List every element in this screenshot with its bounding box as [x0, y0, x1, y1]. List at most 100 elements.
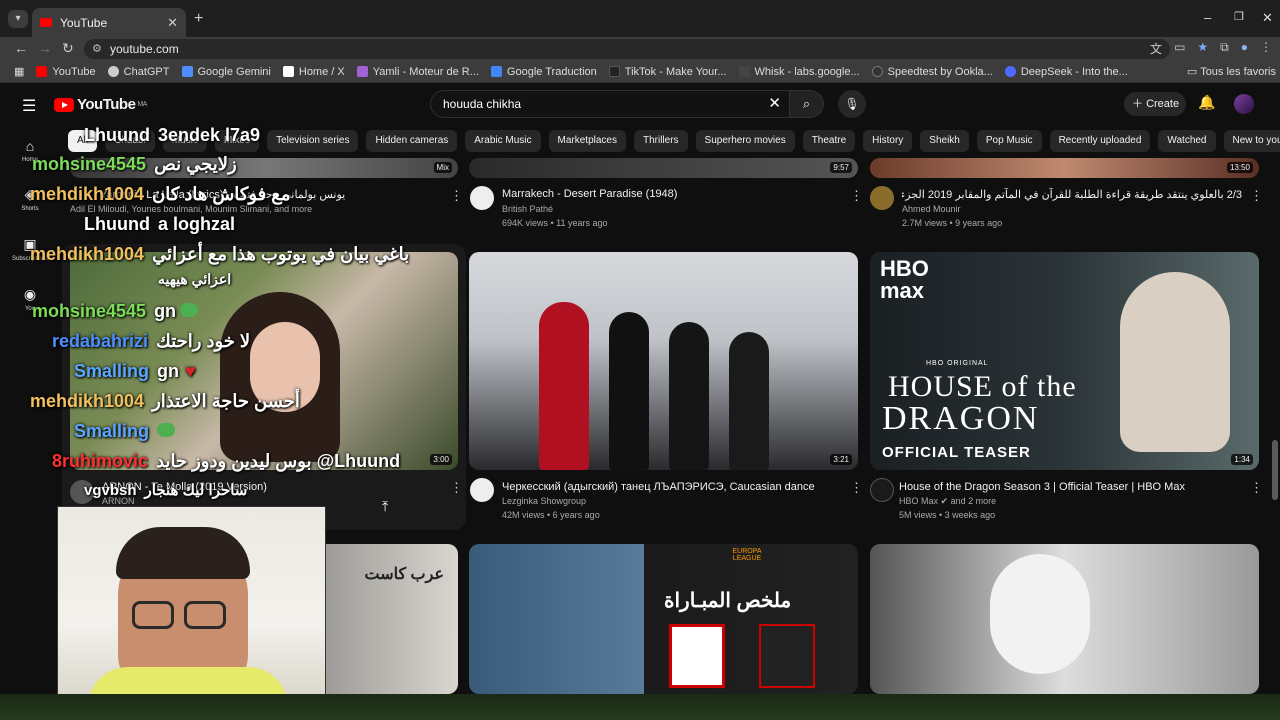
chip-hidden-cameras[interactable]: Hidden cameras	[366, 130, 458, 152]
video-thumbnail-marrakech[interactable]: 9:57	[469, 158, 858, 178]
chat-line: Smalling gn ♥	[74, 361, 196, 382]
chat-line: redabahrizi لا خود راحتك	[52, 331, 250, 352]
chip-marketplaces[interactable]: Marketplaces	[548, 130, 626, 152]
bookmark-youtube[interactable]: YouTube	[36, 66, 96, 78]
tab-search-button[interactable]: ▾	[8, 10, 28, 28]
home-icon: ⌂	[25, 138, 35, 154]
video-thumbnail-quran[interactable]: 13:50	[870, 158, 1259, 178]
europa-league-badge: EUROPA LEAGUE	[732, 548, 762, 562]
chip-recently-uploaded[interactable]: Recently uploaded	[1049, 130, 1151, 152]
guide-menu-icon[interactable]: ☰	[22, 96, 36, 116]
more-actions-icon[interactable]: ⋮	[850, 480, 863, 496]
video-channel[interactable]: Lezginka Showgroup	[502, 496, 586, 506]
chip-arabic-music[interactable]: Arabic Music	[465, 130, 541, 152]
video-channel[interactable]: Ahmed Mounir	[902, 204, 961, 214]
page-scrollbar[interactable]	[1272, 440, 1278, 500]
channel-avatar[interactable]	[870, 478, 894, 502]
chip-pop-music[interactable]: Pop Music	[976, 130, 1042, 152]
x-icon	[282, 66, 294, 77]
more-actions-icon[interactable]: ⋮	[850, 188, 863, 204]
clear-search-icon[interactable]: ✕	[768, 91, 781, 117]
account-avatar[interactable]	[1234, 94, 1254, 114]
menu-kebab-icon[interactable]: ⋮	[1260, 40, 1272, 57]
search-input[interactable]: houuda chikha ✕	[430, 90, 790, 118]
video-channel[interactable]: Adil El Miloudi, Younes boulmani, Mounim…	[70, 204, 312, 214]
video-thumbnail-joker[interactable]	[870, 544, 1259, 694]
clown-mask	[990, 554, 1090, 674]
chip-thrillers[interactable]: Thrillers	[633, 130, 688, 152]
deepseek-icon	[1004, 66, 1016, 77]
extensions-icon[interactable]: ⧉	[1220, 40, 1229, 57]
chat-message: gn	[157, 361, 180, 381]
video-meta: 5M views • 3 weeks ago	[899, 510, 996, 520]
chat-line: Lhuund 3endek l7a9	[84, 125, 260, 146]
video-title[interactable]: Черкесский (адыгский) танец ЛЪАПЭРИСЭ, C…	[502, 481, 842, 493]
translate-icon[interactable]: 文	[1150, 40, 1162, 57]
chat-username: Smalling	[74, 421, 150, 441]
all-bookmarks-folder[interactable]: ▭ Tous les favoris	[1187, 65, 1276, 78]
browser-tab-youtube[interactable]: YouTube ✕	[32, 8, 186, 37]
cast-icon[interactable]: ▭	[1174, 40, 1185, 57]
profile-icon[interactable]: ●	[1241, 40, 1248, 57]
bookmark-label: TikTok - Make Your...	[624, 65, 727, 78]
chip-sheikh[interactable]: Sheikh	[920, 130, 969, 152]
bookmark-chatgpt[interactable]: ChatGPT	[107, 66, 170, 78]
youtube-logo[interactable]: YouTube MA	[54, 96, 147, 113]
back-icon[interactable]: ←	[14, 40, 28, 56]
video-thumbnail-caucasian-dance[interactable]: 3:21	[469, 252, 858, 470]
reload-icon[interactable]: ↻	[62, 40, 74, 57]
chat-username: mehdikh1004	[30, 391, 145, 411]
site-info-icon[interactable]: ⚙	[92, 39, 102, 59]
chip-theatre[interactable]: Theatre	[802, 130, 856, 152]
new-tab-icon[interactable]: +	[194, 10, 203, 28]
bookmark-label: Home / X	[298, 65, 345, 78]
notifications-bell-icon[interactable]: 🔔	[1198, 94, 1215, 111]
chip-watched[interactable]: Watched	[1158, 130, 1216, 152]
apps-icon[interactable]: ▦	[14, 65, 24, 78]
video-thumbnail-match-summary[interactable]: ملخص المبـاراة EUROPA LEAGUE	[469, 544, 858, 694]
create-button[interactable]: ＋ Create	[1124, 92, 1186, 116]
bookmark-tiktok[interactable]: TikTok - Make Your...	[608, 65, 727, 78]
bookmark-x[interactable]: Home / X	[282, 65, 345, 78]
bookmark-star-icon[interactable]: ★	[1197, 40, 1208, 57]
channel-avatar[interactable]	[470, 478, 494, 502]
bookmark-gemini[interactable]: Google Gemini	[181, 66, 271, 78]
more-actions-icon[interactable]: ⋮	[450, 480, 463, 496]
forward-icon[interactable]: →	[38, 40, 52, 56]
video-thumbnail-house-of-dragon[interactable]: HBO max HBO ORIGINAL HOUSE of the DRAGON…	[870, 252, 1259, 470]
address-text: youtube.com	[110, 42, 179, 56]
maximize-icon[interactable]: ❐	[1234, 10, 1244, 23]
close-tab-icon[interactable]: ✕	[167, 15, 178, 31]
close-window-icon[interactable]: ✕	[1262, 10, 1273, 26]
chat-message: 3endek l7a9	[157, 125, 261, 145]
hbo-max-logo: HBO max	[880, 256, 929, 303]
more-actions-icon[interactable]: ⋮	[450, 188, 463, 204]
bookmark-whisk[interactable]: Whisk - labs.google...	[738, 66, 860, 78]
more-actions-icon[interactable]: ⋮	[1250, 188, 1263, 204]
bookmark-yamli[interactable]: Yamli - Moteur de R...	[356, 66, 479, 78]
video-title[interactable]: Marrakech - Desert Paradise (1948)	[502, 188, 842, 200]
minimize-icon[interactable]: –	[1204, 10, 1211, 25]
channel-avatar[interactable]	[870, 186, 894, 210]
more-actions-icon[interactable]: ⋮	[1250, 480, 1263, 496]
dancer-black-1	[609, 312, 649, 470]
bookmark-speedtest[interactable]: Speedtest by Ookla...	[871, 66, 993, 78]
video-channel[interactable]: HBO Max	[899, 496, 938, 506]
chat-line: اعزائي هيهيه	[158, 271, 231, 288]
toolbar-icons: 文 ▭ ★ ⧉ ● ⋮	[1150, 40, 1272, 57]
hotd-title-line3: OFFICIAL TEASER	[882, 444, 1031, 461]
chip-superhero-movies[interactable]: Superhero movies	[695, 130, 795, 152]
bookmark-deepseek[interactable]: DeepSeek - Into the...	[1004, 66, 1128, 78]
video-title[interactable]: House of the Dragon Season 3 | Official …	[899, 481, 1249, 493]
search-button[interactable]: ⌕	[790, 90, 824, 118]
voice-search-icon[interactable]: 🎙	[838, 90, 866, 118]
chip-television-series[interactable]: Television series	[267, 130, 359, 152]
channel-avatar[interactable]	[470, 186, 494, 210]
bookmark-translate[interactable]: Google Traduction	[490, 66, 597, 78]
video-title[interactable]: 2/3 بالعلوي ينتقد طريقة قراءة الطلبة للق…	[902, 188, 1242, 201]
chip-new-to-you[interactable]: New to you	[1223, 130, 1280, 152]
chip-history[interactable]: History	[863, 130, 913, 152]
video-channel[interactable]: British Pathé	[502, 204, 553, 214]
address-bar[interactable]: ⚙ youtube.com	[84, 39, 1170, 59]
chat-line: mohsine4545 زلايجي نص	[32, 154, 237, 175]
